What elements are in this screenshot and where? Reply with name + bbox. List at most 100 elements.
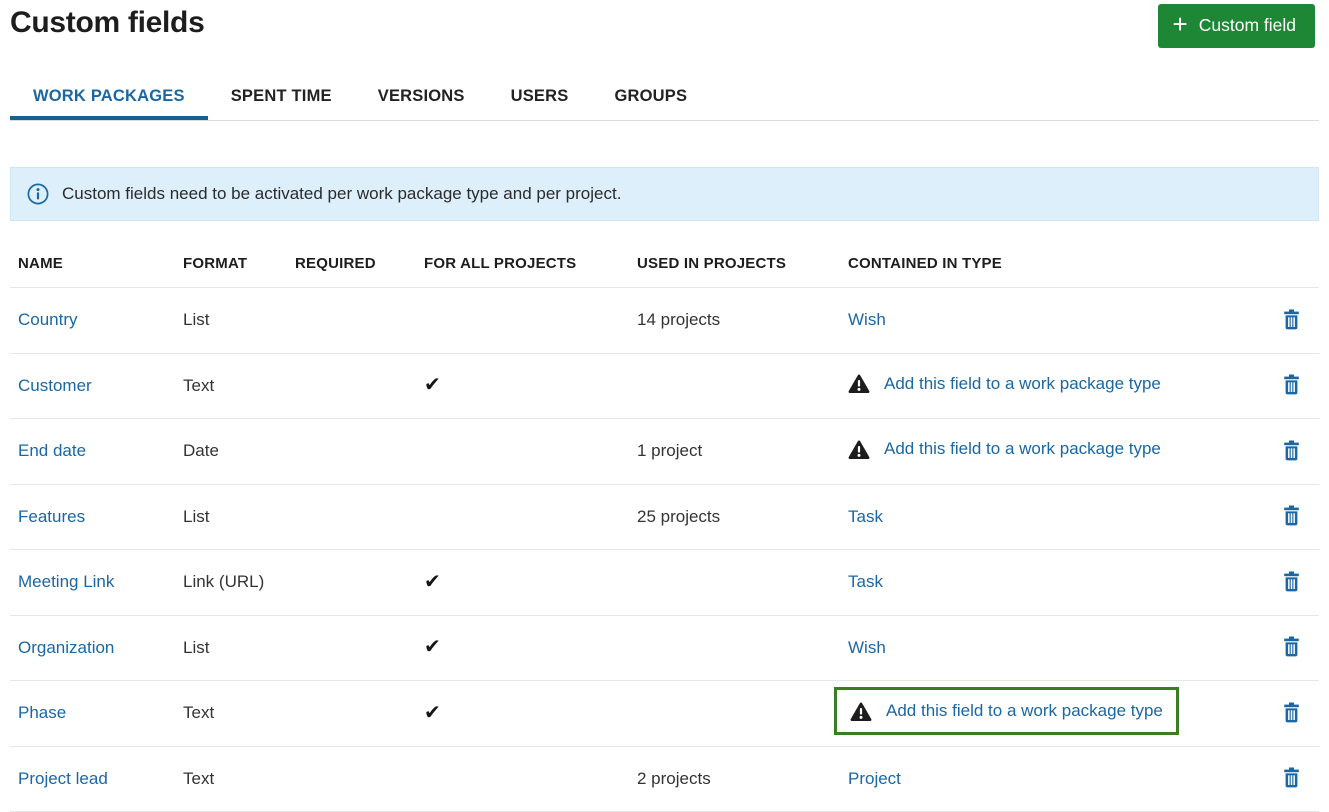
tab-work-packages[interactable]: WORK PACKAGES	[10, 74, 208, 120]
format-cell: Date	[175, 419, 287, 485]
used-in-projects-cell	[629, 681, 840, 747]
required-cell	[287, 419, 416, 485]
info-circle-icon	[27, 183, 49, 205]
contained-in-type-cell-content: Add this field to a work package type	[834, 687, 1179, 735]
delete-custom-field-button[interactable]	[1278, 568, 1304, 594]
tab-groups[interactable]: GROUPS	[591, 74, 710, 120]
for-all-projects-cell	[416, 484, 629, 550]
for-all-projects-cell: ✔	[416, 353, 629, 419]
used-in-projects-cell	[629, 550, 840, 616]
tab-spent-time[interactable]: SPENT TIME	[208, 74, 355, 120]
plus-icon: +	[1173, 14, 1188, 34]
contained-in-type-link[interactable]: Add this field to a work package type	[884, 439, 1161, 459]
add-custom-field-button-label: Custom field	[1199, 15, 1296, 36]
column-header-contained-in-type: CONTAINED IN TYPE	[840, 237, 1263, 288]
format-cell: List	[175, 615, 287, 681]
delete-custom-field-button[interactable]	[1278, 699, 1304, 725]
contained-in-type-link[interactable]: Project	[848, 769, 901, 789]
table-row: Country List 14 projects Wish	[10, 288, 1319, 354]
format-cell: List	[175, 288, 287, 354]
checkmark-icon: ✔	[424, 571, 441, 593]
warning-triangle-icon	[848, 374, 870, 393]
table-row: Phase Text ✔ Add this field to a work pa…	[10, 681, 1319, 747]
contained-in-type-cell-content: Project	[848, 769, 901, 789]
delete-custom-field-button[interactable]	[1278, 372, 1304, 398]
custom-field-name-link[interactable]: Phase	[18, 703, 66, 722]
format-cell: List	[175, 484, 287, 550]
page-header: Custom fields + Custom field	[10, 0, 1319, 48]
format-cell: Text	[175, 746, 287, 812]
trash-icon	[1283, 440, 1300, 461]
contained-in-type-link[interactable]: Task	[848, 572, 883, 592]
table-row: End date Date 1 project Add this field t…	[10, 419, 1319, 485]
contained-in-type-link[interactable]: Wish	[848, 310, 886, 330]
page-title: Custom fields	[10, 6, 204, 40]
table-row: Project lead Text 2 projects Project	[10, 746, 1319, 812]
column-header-required: REQUIRED	[287, 237, 416, 288]
trash-icon	[1283, 571, 1300, 592]
custom-field-name-link[interactable]: Country	[18, 310, 78, 329]
info-banner-text: Custom fields need to be activated per w…	[62, 184, 621, 204]
contained-in-type-cell-content: Add this field to a work package type	[848, 439, 1161, 459]
checkmark-icon: ✔	[424, 374, 441, 396]
contained-in-type-cell: Add this field to a work package type	[840, 353, 1263, 419]
used-in-projects-cell: 25 projects	[629, 484, 840, 550]
required-cell	[287, 288, 416, 354]
checkmark-icon: ✔	[424, 702, 441, 724]
delete-custom-field-button[interactable]	[1278, 634, 1304, 660]
column-header-name: NAME	[10, 237, 175, 288]
add-custom-field-button[interactable]: + Custom field	[1158, 4, 1315, 48]
for-all-projects-cell	[416, 419, 629, 485]
custom-field-name-link[interactable]: Organization	[18, 638, 114, 657]
custom-fields-table: NAME FORMAT REQUIRED FOR ALL PROJECTS US…	[10, 237, 1319, 812]
used-in-projects-cell	[629, 353, 840, 419]
contained-in-type-link[interactable]: Add this field to a work package type	[886, 701, 1163, 721]
contained-in-type-cell-content: Task	[848, 507, 883, 527]
for-all-projects-cell: ✔	[416, 681, 629, 747]
column-header-format: FORMAT	[175, 237, 287, 288]
required-cell	[287, 681, 416, 747]
used-in-projects-cell: 1 project	[629, 419, 840, 485]
contained-in-type-cell: Add this field to a work package type	[840, 681, 1263, 747]
contained-in-type-cell-content: Wish	[848, 638, 886, 658]
delete-custom-field-button[interactable]	[1278, 437, 1304, 463]
trash-icon	[1283, 309, 1300, 330]
required-cell	[287, 615, 416, 681]
custom-field-name-link[interactable]: Project lead	[18, 769, 108, 788]
custom-field-name-link[interactable]: End date	[18, 441, 86, 460]
contained-in-type-cell-content: Task	[848, 572, 883, 592]
custom-field-name-link[interactable]: Features	[18, 507, 85, 526]
table-row: Features List 25 projects Task	[10, 484, 1319, 550]
delete-custom-field-button[interactable]	[1278, 503, 1304, 529]
custom-field-name-link[interactable]: Customer	[18, 376, 92, 395]
required-cell	[287, 746, 416, 812]
required-cell	[287, 484, 416, 550]
checkmark-icon: ✔	[424, 636, 441, 658]
delete-custom-field-button[interactable]	[1278, 306, 1304, 332]
required-cell	[287, 353, 416, 419]
contained-in-type-cell-content: Add this field to a work package type	[848, 374, 1161, 394]
for-all-projects-cell: ✔	[416, 615, 629, 681]
table-row: Organization List ✔ Wish	[10, 615, 1319, 681]
contained-in-type-cell: Wish	[840, 615, 1263, 681]
for-all-projects-cell: ✔	[416, 550, 629, 616]
trash-icon	[1283, 702, 1300, 723]
used-in-projects-cell	[629, 615, 840, 681]
warning-triangle-icon	[850, 702, 872, 721]
format-cell: Link (URL)	[175, 550, 287, 616]
trash-icon	[1283, 374, 1300, 395]
warning-triangle-icon	[848, 440, 870, 459]
tab-versions[interactable]: VERSIONS	[355, 74, 488, 120]
contained-in-type-link[interactable]: Add this field to a work package type	[884, 374, 1161, 394]
for-all-projects-cell	[416, 288, 629, 354]
used-in-projects-cell: 2 projects	[629, 746, 840, 812]
contained-in-type-cell: Task	[840, 550, 1263, 616]
tab-users[interactable]: USERS	[488, 74, 592, 120]
custom-field-name-link[interactable]: Meeting Link	[18, 572, 114, 591]
used-in-projects-cell: 14 projects	[629, 288, 840, 354]
contained-in-type-link[interactable]: Task	[848, 507, 883, 527]
contained-in-type-link[interactable]: Wish	[848, 638, 886, 658]
column-header-used-in-projects: USED IN PROJECTS	[629, 237, 840, 288]
format-cell: Text	[175, 681, 287, 747]
contained-in-type-cell: Wish	[840, 288, 1263, 354]
